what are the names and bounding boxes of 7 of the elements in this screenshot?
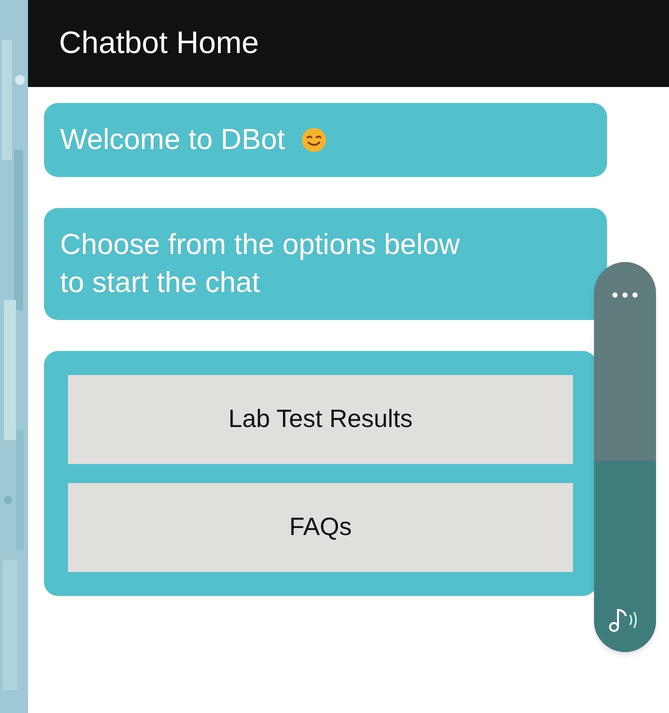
message-text: Welcome to DBot — [60, 123, 286, 158]
option-button[interactable]: FAQs — [68, 483, 573, 572]
volume-slider[interactable] — [594, 262, 656, 652]
option-button[interactable]: Lab Test Results — [68, 375, 573, 464]
header-title: Chatbot Home — [59, 24, 259, 62]
more-icon[interactable] — [612, 292, 638, 298]
message-text: Choose from the options below to start the chat — [60, 228, 461, 301]
